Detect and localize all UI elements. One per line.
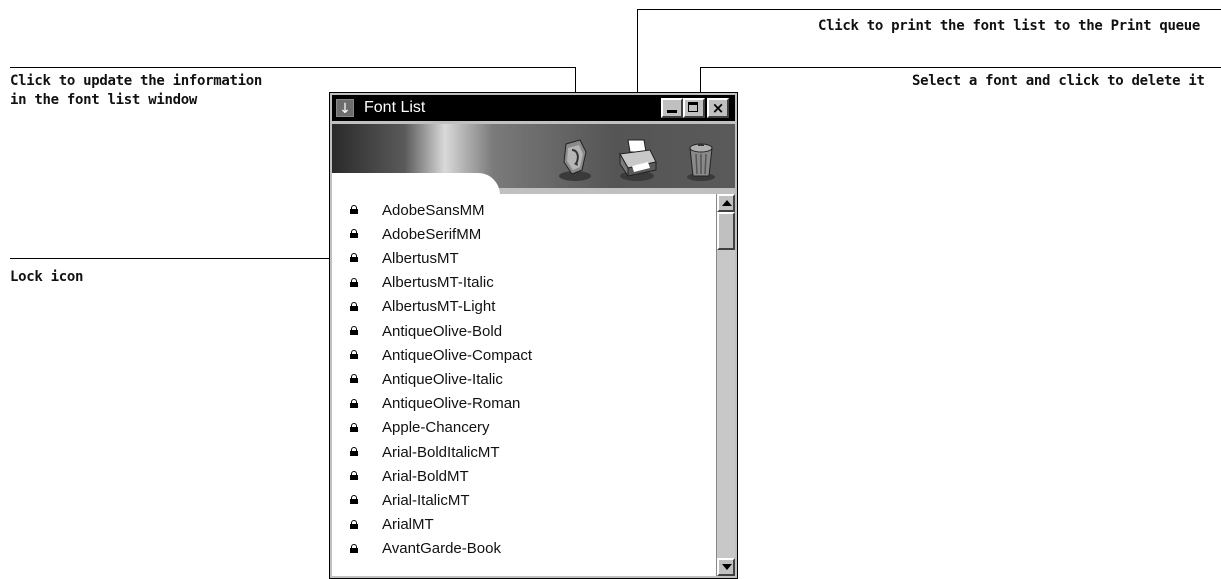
font-name: AntiqueOlive-Compact: [382, 346, 533, 364]
font-list-item[interactable]: AntiqueOlive-Compact: [332, 343, 716, 367]
vertical-scrollbar[interactable]: [716, 194, 735, 576]
lock-icon: [350, 471, 358, 481]
refresh-icon[interactable]: [552, 136, 598, 182]
lock-icon: [350, 519, 358, 529]
font-name: AdobeSansMM: [382, 201, 485, 219]
lock-icon: [350, 301, 358, 311]
lock-icon: [350, 422, 358, 432]
trash-icon[interactable]: [678, 136, 724, 182]
callout-lock: Lock icon: [10, 268, 83, 287]
window-title: Font List: [364, 99, 426, 116]
scroll-up-button[interactable]: [717, 194, 735, 212]
callout-update-line1: Click to update the information: [10, 73, 262, 89]
system-menu-icon[interactable]: ↓: [336, 99, 354, 117]
font-list-item[interactable]: AlbertusMT-Italic: [332, 271, 716, 295]
font-list-item[interactable]: AntiqueOlive-Bold: [332, 319, 716, 343]
leader-lock: [10, 258, 354, 259]
title-bar[interactable]: ↓ Font List ×: [332, 95, 735, 121]
font-list-item[interactable]: AlbertusMT: [332, 246, 716, 270]
font-name: ArialMT: [382, 516, 434, 534]
lock-icon: [350, 398, 358, 408]
leader-delete-horizontal: [700, 67, 1221, 68]
font-name: Arial-BoldItalicMT: [382, 443, 500, 461]
lock-icon: [350, 495, 358, 505]
font-list-window: ↓ Font List × AdobeSansMM AdobeSerifMM A…: [329, 92, 738, 579]
lock-icon: [350, 277, 358, 287]
close-button[interactable]: ×: [707, 98, 729, 118]
font-list-item[interactable]: Arial-BoldItalicMT: [332, 440, 716, 464]
font-list-item[interactable]: Arial-ItalicMT: [332, 488, 716, 512]
lock-icon: [350, 229, 358, 239]
font-list-item[interactable]: AntiqueOlive-Roman: [332, 392, 716, 416]
font-name: AdobeSerifMM: [382, 225, 482, 243]
font-name: AntiqueOlive-Roman: [382, 395, 521, 413]
font-name: Arial-ItalicMT: [382, 491, 470, 509]
leader-print-horizontal: [637, 9, 1221, 10]
font-name: AlbertusMT-Light: [382, 298, 496, 316]
leader-update-horizontal: [10, 67, 576, 68]
font-list-item[interactable]: Arial-BoldMT: [332, 464, 716, 488]
printer-icon[interactable]: [614, 136, 660, 182]
font-name: AlbertusMT-Italic: [382, 274, 494, 292]
callout-delete-text: Select a font and click to delete it: [912, 73, 1205, 89]
lock-icon: [350, 205, 358, 214]
scroll-thumb[interactable]: [717, 212, 735, 250]
close-icon: ×: [711, 99, 725, 117]
maximize-button[interactable]: [683, 98, 705, 118]
window-controls: ×: [661, 98, 729, 118]
font-list-item[interactable]: AntiqueOlive-Italic: [332, 367, 716, 391]
minimize-icon: [667, 110, 677, 113]
lock-icon: [350, 447, 358, 456]
lock-icon: [350, 326, 358, 335]
callout-update: Click to update the information in the f…: [10, 72, 262, 110]
lock-icon: [350, 253, 358, 263]
lock-icon: [350, 374, 358, 384]
font-list-item[interactable]: AvantGarde-Book: [332, 537, 716, 561]
font-list-item[interactable]: AdobeSansMM: [332, 198, 716, 222]
callout-lock-text: Lock icon: [10, 269, 84, 285]
callout-update-line2: in the font list window: [10, 92, 197, 108]
lock-icon: [350, 350, 358, 360]
font-name: AntiqueOlive-Italic: [382, 370, 503, 388]
arrow-up-icon: [722, 200, 732, 206]
font-list-item[interactable]: Apple-Chancery: [332, 416, 716, 440]
font-list[interactable]: AdobeSansMM AdobeSerifMM AlbertusMT Albertu…: [332, 194, 716, 576]
font-name: AntiqueOlive-Bold: [382, 322, 503, 340]
font-list-item[interactable]: ArialMT: [332, 513, 716, 537]
font-list-item[interactable]: AlbertusMT-Light: [332, 295, 716, 319]
callout-print: Click to print the font list to the Prin…: [818, 17, 1200, 36]
font-name: AvantGarde-Book: [382, 540, 501, 558]
arrow-down-icon: [722, 564, 732, 570]
scroll-down-button[interactable]: [717, 558, 735, 576]
font-name: Arial-BoldMT: [382, 467, 469, 485]
minimize-button[interactable]: [661, 98, 683, 118]
callout-print-text: Click to print the font list to the Prin…: [818, 18, 1201, 34]
list-tab: [332, 173, 500, 195]
font-name: Apple-Chancery: [382, 419, 490, 437]
maximize-icon: [688, 102, 698, 112]
font-list-item[interactable]: AdobeSerifMM: [332, 222, 716, 246]
font-name: AlbertusMT: [382, 249, 459, 267]
lock-icon: [350, 543, 358, 553]
callout-delete: Select a font and click to delete it: [912, 72, 1205, 91]
